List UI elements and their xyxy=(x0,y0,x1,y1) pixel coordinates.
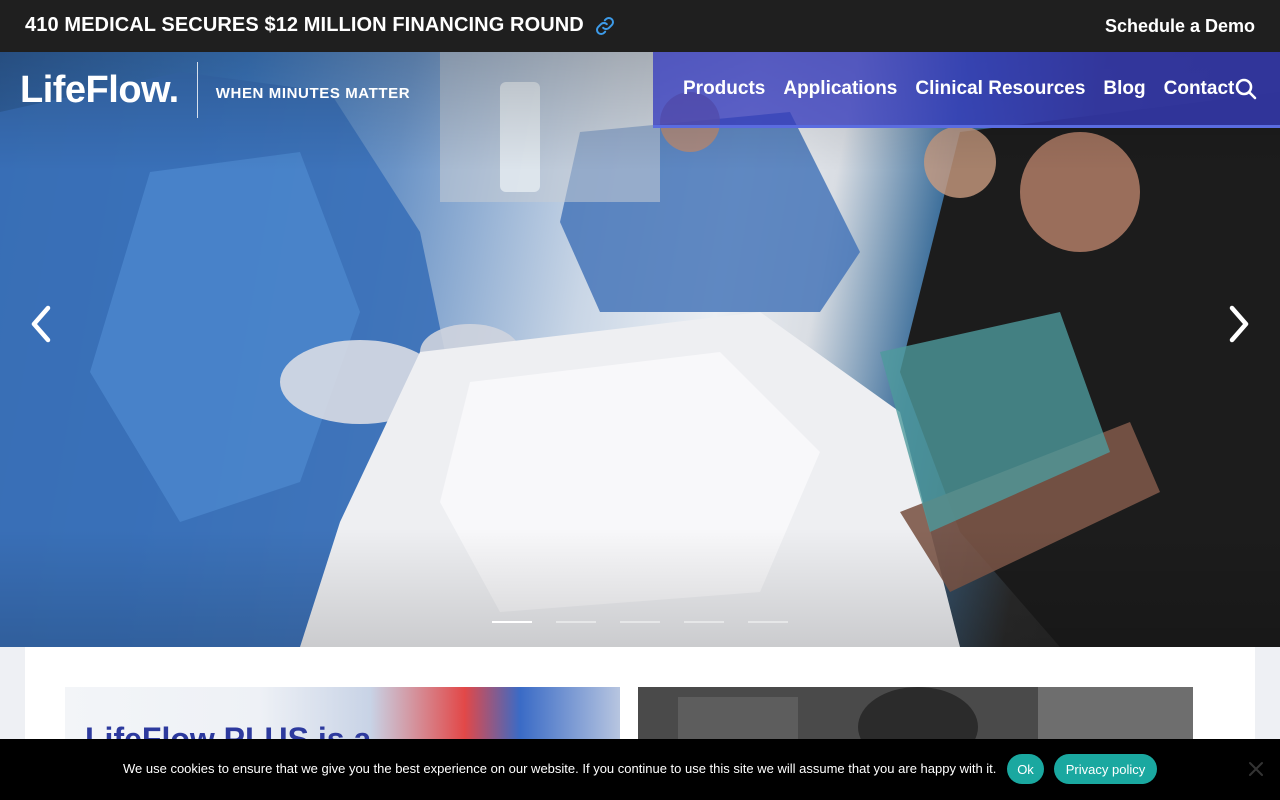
slider-dots xyxy=(492,621,812,623)
close-icon[interactable] xyxy=(1248,761,1264,777)
nav-item-applications[interactable]: Applications xyxy=(783,78,897,100)
announcement-headline: 410 MEDICAL SECURES $12 MILLION FINANCIN… xyxy=(25,14,584,36)
cookie-notice: We use cookies to ensure that we give yo… xyxy=(0,739,1280,800)
slider-dot-4[interactable] xyxy=(684,621,724,623)
slider-dot-2[interactable] xyxy=(556,621,596,623)
cookie-ok-button[interactable]: Ok xyxy=(1007,754,1044,784)
announcement-bar: 410 MEDICAL SECURES $12 MILLION FINANCIN… xyxy=(0,0,1280,52)
nav-item-blog[interactable]: Blog xyxy=(1103,78,1145,100)
cookie-message: We use cookies to ensure that we give yo… xyxy=(123,761,997,776)
nav-item-products[interactable]: Products xyxy=(683,78,765,100)
logo-divider xyxy=(196,62,198,118)
chevron-left-icon[interactable] xyxy=(22,304,62,344)
slider-dot-3[interactable] xyxy=(620,621,660,623)
nav-item-contact[interactable]: Contact xyxy=(1164,78,1235,100)
chevron-right-icon[interactable] xyxy=(1218,304,1258,344)
slider-dot-5[interactable] xyxy=(748,621,788,623)
main-nav: Products Applications Clinical Resources… xyxy=(653,52,1280,128)
search-icon[interactable] xyxy=(1234,77,1258,101)
lifeflow-logo: LifeFlow. xyxy=(20,68,179,111)
privacy-policy-button[interactable]: Privacy policy xyxy=(1054,754,1157,784)
site-branding[interactable]: LifeFlow. WHEN MINUTES MATTER xyxy=(20,60,410,120)
link-icon xyxy=(594,15,616,37)
hero-shade xyxy=(0,52,1280,647)
slider-dot-1[interactable] xyxy=(492,621,532,623)
schedule-demo-link[interactable]: Schedule a Demo xyxy=(1105,16,1255,37)
announcement-link[interactable]: 410 MEDICAL SECURES $12 MILLION FINANCIN… xyxy=(25,14,616,37)
tagline: WHEN MINUTES MATTER xyxy=(215,84,411,102)
hero-slider: LifeFlow. WHEN MINUTES MATTER Products A… xyxy=(0,52,1280,647)
nav-item-clinical-resources[interactable]: Clinical Resources xyxy=(915,78,1085,100)
